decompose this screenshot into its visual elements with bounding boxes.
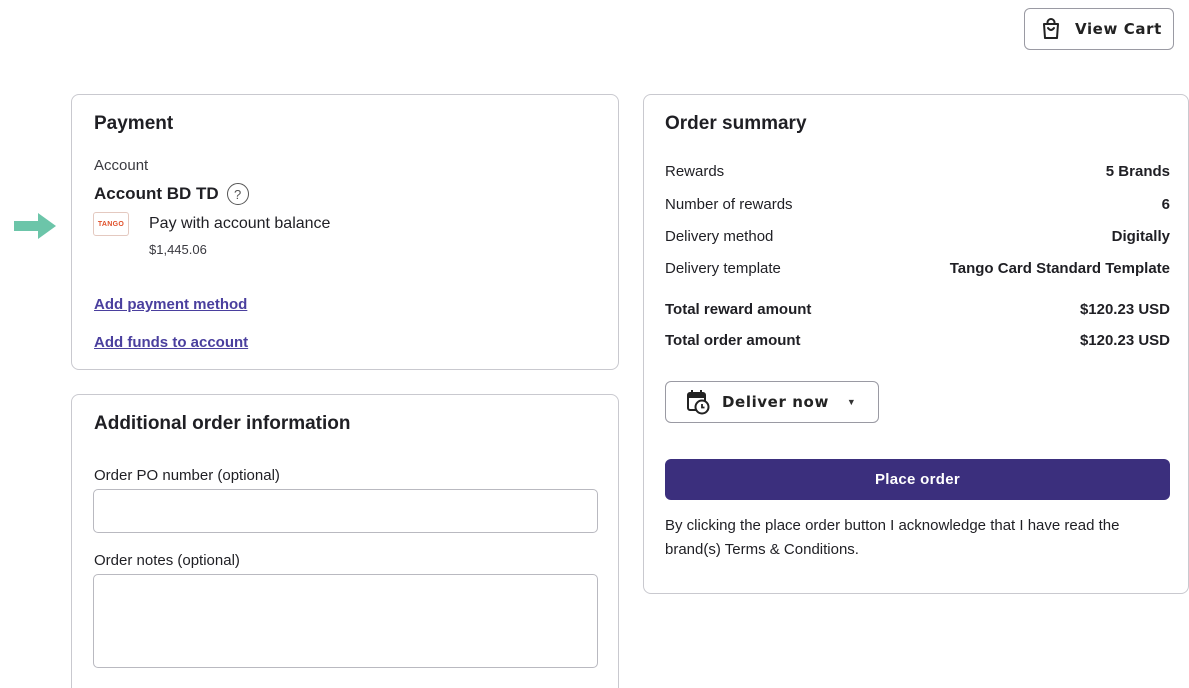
summary-value: Digitally xyxy=(1111,228,1170,245)
arrow-right-icon xyxy=(14,213,56,239)
add-funds-link[interactable]: Add funds to account xyxy=(94,334,248,351)
add-payment-method-link[interactable]: Add payment method xyxy=(94,296,247,313)
summary-label: Number of rewards xyxy=(665,196,793,213)
acknowledgement-text: By clicking the place order button I ack… xyxy=(665,517,1120,558)
order-summary-title: Order summary xyxy=(665,113,807,134)
summary-row-delivery-template: Delivery template Tango Card Standard Te… xyxy=(665,260,1170,277)
pay-option-label: Pay with account balance xyxy=(149,215,331,232)
summary-label: Total reward amount xyxy=(665,301,812,318)
summary-row-total-reward-amount: Total reward amount $120.23 USD xyxy=(665,301,1170,318)
summary-label: Total order amount xyxy=(665,332,801,349)
summary-value: 5 Brands xyxy=(1105,163,1170,180)
place-order-button[interactable]: Place order xyxy=(665,459,1170,500)
chevron-down-icon: ▼ xyxy=(846,397,856,407)
summary-value: $120.23 USD xyxy=(1079,301,1170,318)
summary-label: Rewards xyxy=(665,163,725,180)
summary-label: Delivery method xyxy=(665,228,774,245)
po-number-input[interactable] xyxy=(93,489,598,533)
account-label: Account xyxy=(94,157,149,174)
view-cart-button[interactable]: View Cart xyxy=(1024,8,1174,50)
additional-info-title: Additional order information xyxy=(94,413,351,434)
po-number-label: Order PO number (optional) xyxy=(94,467,280,484)
summary-row-number-of-rewards: Number of rewards 6 xyxy=(665,196,1170,213)
view-cart-label: View Cart xyxy=(1075,20,1162,38)
summary-value: $120.23 USD xyxy=(1079,332,1170,349)
order-notes-input[interactable] xyxy=(93,574,598,668)
order-notes-label: Order notes (optional) xyxy=(94,552,240,569)
payment-card: Payment Account Account BD TD ? TANGO Pa… xyxy=(71,94,619,370)
summary-value: 6 xyxy=(1161,196,1170,213)
tango-logo: TANGO xyxy=(93,212,129,236)
payment-title: Payment xyxy=(94,113,174,134)
calendar-clock-icon xyxy=(687,390,710,415)
account-name: Account BD TD xyxy=(94,184,219,203)
summary-row-total-order-amount: Total order amount $120.23 USD xyxy=(665,332,1170,349)
summary-row-rewards: Rewards 5 Brands xyxy=(665,163,1170,180)
summary-value: Tango Card Standard Template xyxy=(949,260,1170,277)
summary-label: Delivery template xyxy=(665,260,781,277)
shopping-bag-icon xyxy=(1043,18,1059,39)
account-balance: $1,445.06 xyxy=(149,242,207,257)
deliver-now-dropdown[interactable]: Deliver now ▼ xyxy=(665,381,879,423)
order-summary-card: Order summary Rewards 5 Brands Number of… xyxy=(643,94,1189,594)
help-circle-icon[interactable]: ? xyxy=(226,183,249,205)
additional-info-card: Additional order information Order PO nu… xyxy=(71,394,619,688)
deliver-now-label: Deliver now xyxy=(722,393,829,411)
summary-row-delivery-method: Delivery method Digitally xyxy=(665,228,1170,245)
account-name-row: Account BD TD ? xyxy=(94,183,249,205)
